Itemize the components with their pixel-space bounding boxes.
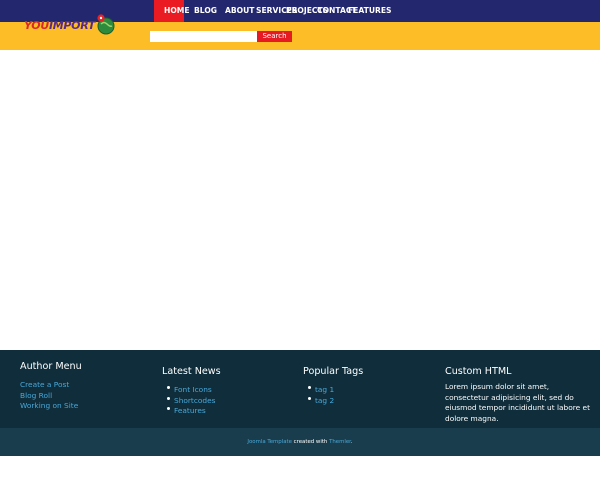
- logo-text-import: IMPORT: [48, 19, 96, 32]
- custom-html-title: Custom HTML: [445, 366, 512, 377]
- credit-text: created with: [291, 439, 330, 445]
- nav-item-home[interactable]: HOME: [154, 0, 190, 22]
- list-item: Working on Site: [20, 398, 82, 410]
- list-item: Create a Post: [20, 377, 82, 389]
- joomla-template-link[interactable]: Joomla Template: [247, 439, 292, 445]
- list-item: tag 2: [303, 393, 363, 405]
- author-menu-widget: Author Menu Create a Post Blog Roll Work…: [20, 361, 82, 410]
- nav-item-about[interactable]: ABOUT: [225, 0, 254, 22]
- globe-icon: [97, 14, 115, 35]
- nav-item-features[interactable]: FEATURES: [348, 0, 392, 22]
- popular-tags-list: tag 1 tag 2: [303, 382, 363, 405]
- list-item: Features: [162, 403, 221, 415]
- custom-html-text: Lorem ipsum dolor sit amet, consectetur …: [445, 382, 590, 423]
- author-menu-link-working-on-site[interactable]: Working on Site: [20, 401, 78, 410]
- latest-news-title: Latest News: [162, 366, 221, 377]
- popular-tags-title: Popular Tags: [303, 366, 364, 377]
- list-item: Font Icons: [162, 382, 221, 394]
- author-menu-list: Create a Post Blog Roll Working on Site: [20, 377, 82, 410]
- logo-text-you: YOU: [24, 19, 49, 32]
- list-item: Blog Roll: [20, 388, 82, 400]
- latest-news-list: Font Icons Shortcodes Features: [162, 382, 221, 415]
- sub-footer: Joomla Template created with Themler.: [0, 428, 600, 456]
- list-item: tag 1: [303, 382, 363, 394]
- list-item: Shortcodes: [162, 393, 221, 405]
- search-button[interactable]: Search: [257, 31, 292, 42]
- credit-line: Joomla Template created with Themler.: [0, 428, 600, 456]
- custom-html-widget: Custom HTML Lorem ipsum dolor sit amet, …: [445, 366, 591, 424]
- footer: Author Menu Create a Post Blog Roll Work…: [0, 350, 600, 428]
- logo-wordmark: YOUIMPORT: [24, 19, 95, 32]
- author-menu-title: Author Menu: [20, 361, 82, 372]
- tag-link-2[interactable]: tag 2: [315, 396, 334, 405]
- latest-news-widget: Latest News Font Icons Shortcodes Featur…: [162, 366, 221, 415]
- site-logo[interactable]: YOUIMPORT: [24, 11, 122, 37]
- credit-period: .: [350, 439, 353, 445]
- search-input[interactable]: [150, 31, 257, 42]
- popular-tags-widget: Popular Tags tag 1 tag 2: [303, 366, 364, 405]
- nav-item-blog[interactable]: BLOG: [194, 0, 217, 22]
- latest-news-link-features[interactable]: Features: [174, 406, 206, 415]
- themler-link[interactable]: Themler: [329, 439, 351, 445]
